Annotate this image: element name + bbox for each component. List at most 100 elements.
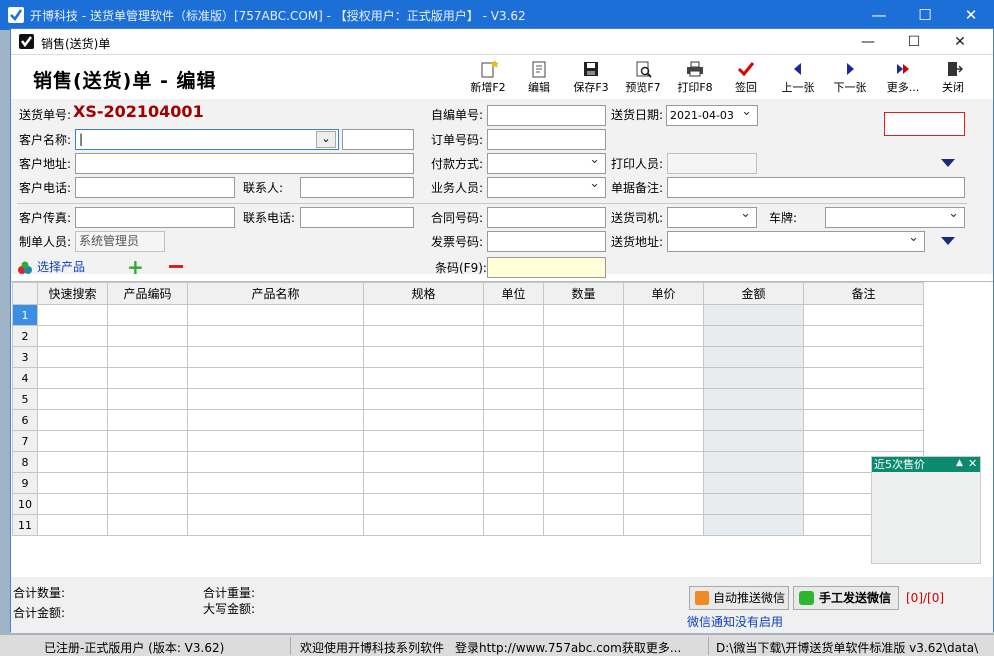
row-number[interactable]: 9 <box>12 472 38 494</box>
grid-cell[interactable] <box>803 409 924 431</box>
grid-cell[interactable] <box>37 451 108 473</box>
grid-cell[interactable] <box>623 514 704 536</box>
auto-push-wechat-button[interactable]: 自动推送微信 <box>689 586 789 610</box>
table-row[interactable]: 10 <box>12 493 924 515</box>
column-header[interactable]: 金额 <box>703 282 804 305</box>
grid-cell[interactable] <box>623 493 704 515</box>
grid-cell[interactable] <box>543 346 624 368</box>
column-header[interactable]: 单价 <box>623 282 704 305</box>
grid-cell[interactable] <box>803 388 924 410</box>
grid-cell[interactable] <box>623 346 704 368</box>
print-button[interactable]: 打印F8 <box>673 60 717 96</box>
table-row[interactable]: 6 <box>12 409 924 431</box>
grid-cell[interactable] <box>363 451 484 473</box>
column-header[interactable]: 快速搜索 <box>37 282 108 305</box>
grid-cell[interactable] <box>703 409 804 431</box>
grid-cell[interactable] <box>623 388 704 410</box>
grid-cell[interactable] <box>483 367 544 389</box>
grid-cell[interactable] <box>187 346 364 368</box>
grid-cell[interactable] <box>483 304 544 326</box>
table-row[interactable]: 7 <box>12 430 924 452</box>
grid-cell[interactable] <box>803 325 924 347</box>
grid-cell[interactable] <box>543 388 624 410</box>
grid-cell[interactable] <box>37 514 108 536</box>
row-number[interactable]: 3 <box>12 346 38 368</box>
grid-cell[interactable] <box>623 367 704 389</box>
wechat-notice-link[interactable]: 微信通知没有启用 <box>687 612 783 632</box>
grid-cell[interactable] <box>187 430 364 452</box>
row-number[interactable]: 7 <box>12 430 38 452</box>
grid-cell[interactable] <box>363 388 484 410</box>
grid-cell[interactable] <box>187 325 364 347</box>
sales-select[interactable] <box>487 177 606 198</box>
column-header[interactable]: 单位 <box>483 282 544 305</box>
grid-cell[interactable] <box>37 304 108 326</box>
grid-cell[interactable] <box>363 346 484 368</box>
grid-cell[interactable] <box>363 493 484 515</box>
grid-cell[interactable] <box>623 430 704 452</box>
grid-cell[interactable] <box>543 409 624 431</box>
fax-input[interactable] <box>75 207 235 228</box>
next-button[interactable]: 下一张 <box>829 60 871 96</box>
grid-cell[interactable] <box>363 325 484 347</box>
column-header[interactable]: 产品编码 <box>107 282 188 305</box>
grid-cell[interactable] <box>483 430 544 452</box>
grid-cell[interactable] <box>107 388 188 410</box>
grid-cell[interactable] <box>37 325 108 347</box>
grid-cell[interactable] <box>483 388 544 410</box>
driver-select[interactable] <box>667 207 757 228</box>
add-row-icon[interactable]: + <box>127 257 144 277</box>
grid-cell[interactable] <box>543 472 624 494</box>
grid-cell[interactable] <box>107 367 188 389</box>
row-number[interactable]: 5 <box>12 388 38 410</box>
preview-button[interactable]: 预览F7 <box>621 60 665 96</box>
grid-cell[interactable] <box>703 304 804 326</box>
grid-cell[interactable] <box>543 304 624 326</box>
grid-cell[interactable] <box>37 409 108 431</box>
grid-cell[interactable] <box>483 493 544 515</box>
grid-cell[interactable] <box>703 325 804 347</box>
expand-triangle-icon[interactable] <box>941 159 955 167</box>
grid-cell[interactable] <box>803 367 924 389</box>
table-row[interactable]: 1 <box>12 304 924 326</box>
grid-cell[interactable] <box>37 472 108 494</box>
grid-cell[interactable] <box>37 346 108 368</box>
row-number[interactable]: 1 <box>12 304 38 326</box>
grid-cell[interactable] <box>623 472 704 494</box>
date-picker[interactable]: 2021-04-03 <box>666 105 758 126</box>
dialog-maximize-icon[interactable]: ☐ <box>891 29 937 55</box>
grid-cell[interactable] <box>803 430 924 452</box>
grid-cell[interactable] <box>703 451 804 473</box>
dialog-minimize-icon[interactable]: — <box>845 29 891 55</box>
table-row[interactable]: 4 <box>12 367 924 389</box>
grid-cell[interactable] <box>543 451 624 473</box>
grid-cell[interactable] <box>623 409 704 431</box>
grid-cell[interactable] <box>543 514 624 536</box>
grid-cell[interactable] <box>703 388 804 410</box>
invoice-input[interactable] <box>487 231 606 252</box>
table-row[interactable]: 3 <box>12 346 924 368</box>
grid-cell[interactable] <box>483 346 544 368</box>
new-button[interactable]: 新增F2 <box>467 60 509 96</box>
contact-phone-input[interactable] <box>300 207 414 228</box>
grid-cell[interactable] <box>37 388 108 410</box>
grid-cell[interactable] <box>703 430 804 452</box>
save-button[interactable]: 保存F3 <box>569 60 613 96</box>
grid-cell[interactable] <box>483 409 544 431</box>
pay-select[interactable] <box>487 153 606 174</box>
grid-cell[interactable] <box>107 430 188 452</box>
grid-cell[interactable] <box>107 514 188 536</box>
barcode-input[interactable] <box>487 257 606 278</box>
row-number[interactable]: 6 <box>12 409 38 431</box>
grid-cell[interactable] <box>187 304 364 326</box>
edit-button[interactable]: 编辑 <box>519 60 559 96</box>
phone-input[interactable] <box>75 177 235 198</box>
expand-triangle-icon-2[interactable] <box>941 237 955 245</box>
more-button[interactable]: 更多... <box>881 60 925 96</box>
close-icon[interactable]: ✕ <box>948 0 994 30</box>
row-number[interactable]: 2 <box>12 325 38 347</box>
row-number[interactable]: 11 <box>12 514 38 536</box>
table-row[interactable]: 11 <box>12 514 924 536</box>
addr-input[interactable] <box>75 153 414 174</box>
table-row[interactable]: 2 <box>12 325 924 347</box>
